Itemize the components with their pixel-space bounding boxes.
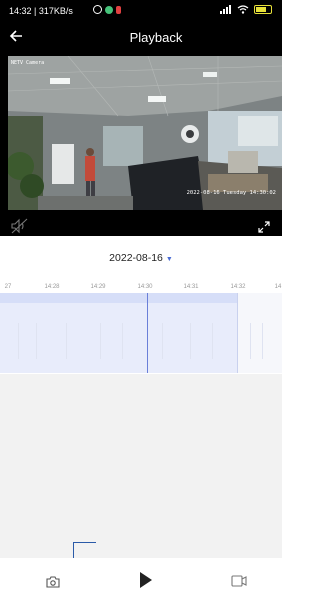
timeline-gridline [122, 323, 123, 359]
notification-icon [116, 5, 121, 14]
playback-timeline[interactable] [0, 293, 282, 373]
wifi-icon [237, 5, 249, 14]
battery-icon [254, 5, 272, 14]
selected-date[interactable]: 2022-08-16 [109, 252, 163, 264]
alarm-icon [93, 5, 102, 14]
status-time: 14:32 | 317KB/s [9, 6, 73, 16]
status-bar: 14:32 | 317KB/s [0, 0, 282, 22]
timeline-gridline [250, 323, 251, 359]
player-section: 14:32 | 317KB/s Playback NETV Camera 202… [0, 0, 282, 236]
timeline-gridline [162, 323, 163, 359]
camera-feed-image [8, 56, 282, 210]
signal-icon [220, 5, 231, 14]
chevron-down-icon[interactable]: ▼ [166, 256, 173, 263]
camera-name-overlay: NETV Camera [11, 60, 45, 66]
notification-icons [93, 5, 121, 14]
date-selector[interactable]: 2022-08-16 ▼ [0, 252, 282, 264]
tick-label: 14:31 [183, 284, 199, 290]
tick-label: 14 [274, 284, 282, 290]
timeline-gridline [212, 323, 213, 359]
wechat-icon [105, 5, 113, 14]
expand-icon[interactable] [258, 220, 270, 233]
tick-label: 14:32 [230, 284, 246, 290]
tick-label: 14:30 [137, 284, 153, 290]
timeline-gridline [18, 323, 19, 359]
tick-label: 27 [4, 284, 12, 290]
play-icon[interactable] [139, 571, 153, 594]
timestamp-overlay: 2022-08-16 Tuesday 14:30:02 [186, 190, 276, 196]
timeline-gridline [66, 323, 67, 359]
timeline-gridline [100, 323, 101, 359]
camera-icon[interactable] [46, 575, 60, 593]
page-title: Playback [129, 30, 183, 45]
bottom-controls [0, 558, 282, 602]
playhead-cursor[interactable] [147, 293, 148, 373]
tick-label: 14:29 [90, 284, 106, 290]
timeline-gridline [190, 323, 191, 359]
timeline-gridline [262, 323, 263, 359]
video-frame[interactable]: NETV Camera 2022-08-16 Tuesday 14:30:02 [8, 56, 282, 210]
system-icons [220, 5, 272, 14]
speaker-muted-icon[interactable] [10, 218, 32, 234]
timeline-gridline [36, 323, 37, 359]
empty-content-area [0, 374, 282, 558]
title-bar: Playback [0, 24, 282, 54]
timeline-header-band [0, 293, 237, 303]
tick-label: 14:28 [44, 284, 60, 290]
timeline-end-marker [237, 293, 238, 373]
video-record-icon[interactable] [231, 574, 247, 592]
